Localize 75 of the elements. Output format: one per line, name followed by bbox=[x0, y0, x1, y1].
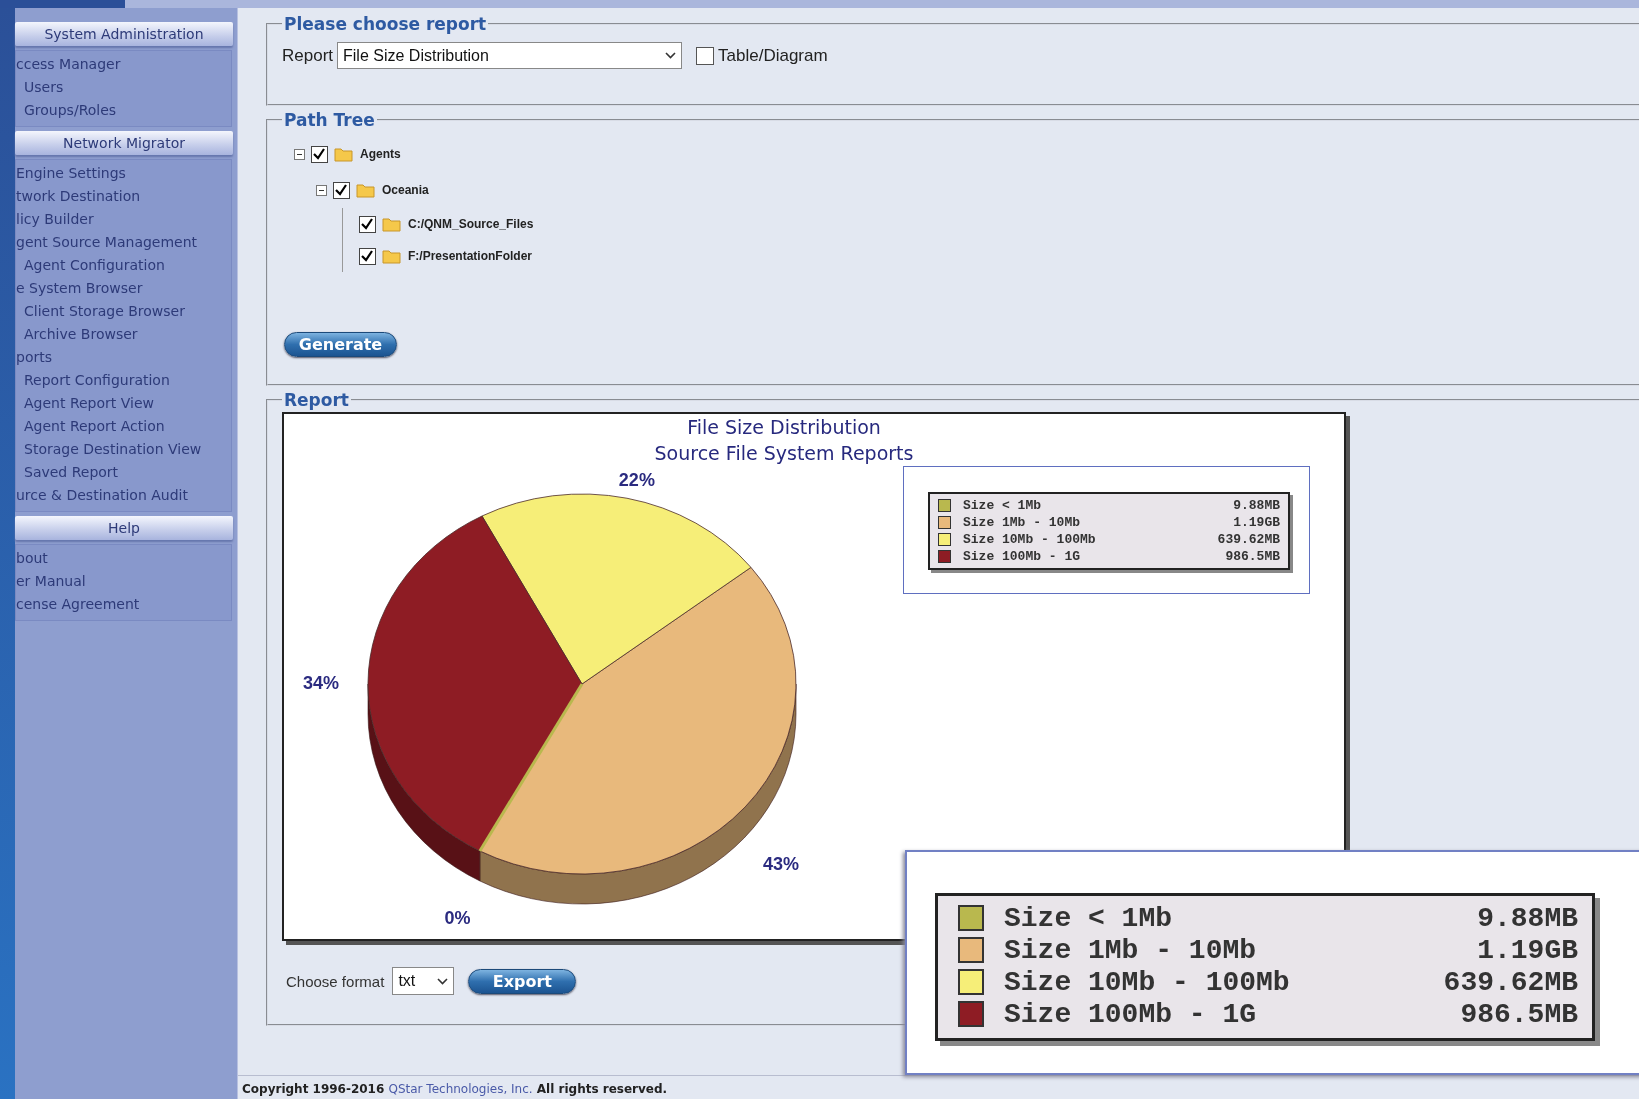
sidebar-item[interactable]: ports bbox=[16, 346, 231, 369]
sidebar-item[interactable]: Users bbox=[16, 76, 231, 99]
sidebar-item[interactable]: e System Browser bbox=[16, 277, 231, 300]
section-title: Report bbox=[283, 390, 350, 410]
sidebar-item[interactable]: urce & Destination Audit bbox=[16, 484, 231, 507]
collapse-icon[interactable] bbox=[316, 184, 327, 196]
export-button[interactable]: Export bbox=[468, 968, 577, 994]
percent-label: 22% bbox=[618, 469, 655, 490]
folder-icon bbox=[334, 146, 354, 162]
sidebar-item[interactable]: Archive Browser bbox=[16, 323, 231, 346]
legend-value: 1.19GB bbox=[1477, 934, 1578, 966]
percent-label: 43% bbox=[763, 854, 800, 874]
legend-value: 986.5MB bbox=[1225, 549, 1280, 564]
tree-label[interactable]: C:/QNM_Source_Files bbox=[408, 217, 534, 231]
sidebar-item[interactable]: Storage Destination View bbox=[16, 438, 231, 461]
sidebar-item[interactable]: Agent Configuration bbox=[16, 254, 231, 277]
sidebar-item[interactable]: twork Destination bbox=[16, 185, 231, 208]
sidebar-item[interactable]: bout bbox=[16, 547, 231, 570]
sidebar-item[interactable]: cense Agreement bbox=[16, 593, 231, 616]
legend-value: 639.62MB bbox=[1217, 532, 1280, 547]
report-label: Report bbox=[282, 45, 334, 66]
chart-title: File Size Distribution bbox=[687, 415, 881, 440]
legend-label: Size < 1Mb bbox=[1004, 902, 1174, 934]
sidebar-item[interactable]: gent Source Management bbox=[16, 231, 231, 254]
collapse-icon[interactable] bbox=[294, 148, 305, 160]
caret-icon bbox=[665, 52, 677, 59]
format-label: Choose format bbox=[286, 972, 385, 990]
tree-label[interactable]: Oceania bbox=[382, 183, 429, 197]
company-link[interactable]: QStar Technologies, Inc. bbox=[388, 1082, 533, 1096]
sidebar-header[interactable]: System Administration bbox=[15, 22, 233, 46]
sidebar-item[interactable]: Agent Report Action bbox=[16, 415, 231, 438]
chart-subtitle: Source File System Reports bbox=[654, 441, 914, 466]
checkbox-label: Table/Diagram bbox=[718, 45, 828, 66]
checkbox[interactable] bbox=[333, 181, 350, 199]
sidebar-item[interactable]: Client Storage Browser bbox=[16, 300, 231, 323]
checkbox[interactable] bbox=[359, 247, 376, 265]
copyright-text: Copyright 1996-2016 QStar Technologies, Inc. All rights reserved. bbox=[242, 1082, 669, 1096]
checkbox[interactable] bbox=[311, 145, 328, 163]
sidebar-item[interactable]: Agent Report View bbox=[16, 392, 231, 415]
section-title: Path Tree bbox=[283, 110, 376, 130]
sidebar-header[interactable]: Help bbox=[15, 516, 233, 540]
format-select[interactable]: txt bbox=[392, 967, 455, 995]
folder-icon bbox=[382, 248, 402, 264]
legend-value: 9.88MB bbox=[1233, 498, 1280, 513]
sidebar-item[interactable]: Report Configuration bbox=[16, 369, 231, 392]
sidebar-item[interactable]: licy Builder bbox=[16, 208, 231, 231]
checkbox[interactable] bbox=[359, 215, 376, 233]
legend-label: Size 10Mb - 100Mb bbox=[963, 532, 1097, 547]
checkbox[interactable] bbox=[696, 46, 715, 65]
sidebar-item[interactable]: Groups/Roles bbox=[16, 99, 231, 122]
sidebar-item[interactable]: Saved Report bbox=[16, 461, 231, 484]
sidebar-item[interactable]: ccess Manager bbox=[16, 53, 231, 76]
sidebar-item[interactable]: er Manual bbox=[16, 570, 231, 593]
legend-label: Size 100Mb - 1G bbox=[963, 549, 1082, 564]
folder-icon bbox=[382, 216, 402, 232]
report-select[interactable]: File Size Distribution bbox=[337, 42, 683, 69]
generate-button[interactable]: Generate bbox=[284, 332, 397, 357]
legend-label: Size 10Mb - 100Mb bbox=[1004, 966, 1291, 998]
caret-icon bbox=[437, 977, 449, 985]
legend-value: 639.62MB bbox=[1443, 966, 1578, 998]
legend-label: Size < 1Mb bbox=[963, 498, 1042, 513]
legend-label: Size 1Mb - 10Mb bbox=[963, 515, 1082, 530]
legend-value: 9.88MB bbox=[1477, 902, 1578, 934]
percent-label: 34% bbox=[302, 672, 339, 693]
sidebar-item[interactable]: Engine Settings bbox=[16, 162, 231, 185]
legend-value: 1.19GB bbox=[1233, 515, 1280, 530]
tree-label[interactable]: F:/PresentationFolder bbox=[408, 249, 532, 263]
legend-label: Size 1Mb - 10Mb bbox=[1004, 934, 1258, 966]
sidebar-header[interactable]: Network Migrator bbox=[15, 131, 233, 155]
tree-label[interactable]: Agents bbox=[360, 147, 401, 161]
folder-icon bbox=[356, 182, 376, 198]
section-title: Please choose report bbox=[283, 14, 488, 34]
percent-label: 0% bbox=[444, 907, 471, 928]
legend-value: 986.5MB bbox=[1460, 998, 1578, 1030]
legend-label: Size 100Mb - 1G bbox=[1004, 998, 1258, 1030]
